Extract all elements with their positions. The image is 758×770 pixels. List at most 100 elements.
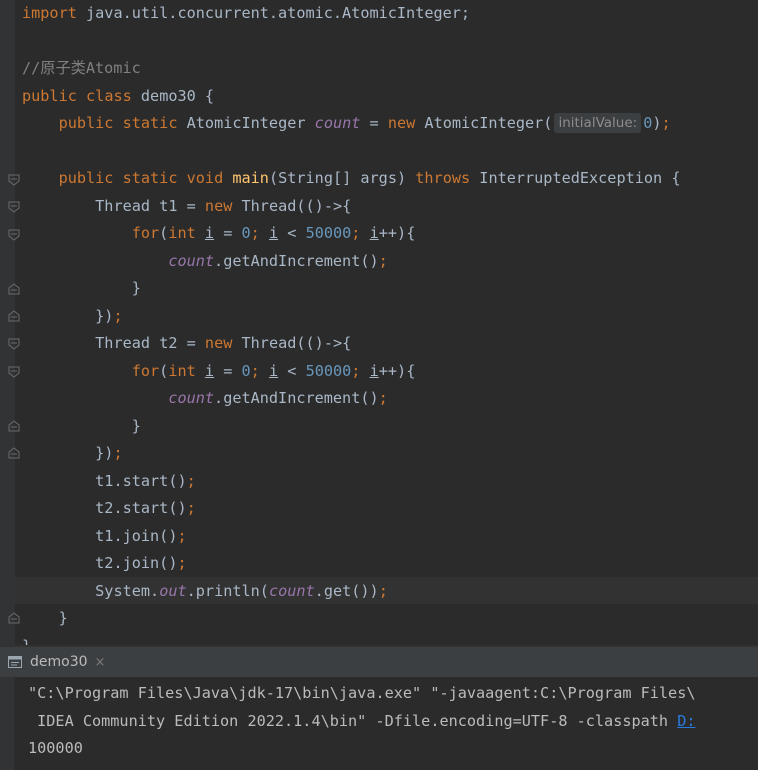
loop-variable: i <box>268 224 279 242</box>
void-keyword: void <box>186 169 224 187</box>
static-keyword: static <box>122 169 178 187</box>
throws-keyword: throws <box>415 169 471 187</box>
fold-collapse-icon[interactable] <box>7 365 21 379</box>
count-field: count <box>268 582 315 600</box>
parameter-hint: initialValue: <box>554 113 642 133</box>
new-keyword: new <box>204 197 233 215</box>
exception-type: InterruptedException <box>479 169 663 187</box>
close-icon[interactable]: × <box>95 655 106 670</box>
fold-collapse-icon[interactable] <box>7 337 21 351</box>
number-literal: 0 <box>643 114 653 132</box>
code-line-for-loop[interactable]: for(int i = 0; i < 50000; i++){ <box>22 220 416 247</box>
console-output-value: 100000 <box>28 739 83 757</box>
method-call: println <box>195 582 260 600</box>
type-name: AtomicInteger <box>424 114 544 132</box>
public-keyword: public <box>58 114 114 132</box>
for-keyword: for <box>131 224 160 242</box>
run-tab[interactable]: demo30 × <box>0 647 105 677</box>
public-keyword: public <box>22 87 77 105</box>
code-line-for-loop[interactable]: for(int i = 0; i < 50000; i++){ <box>22 358 416 385</box>
number-literal: 50000 <box>305 362 352 380</box>
thread-type: Thread <box>241 334 297 352</box>
run-tab-label: demo30 <box>30 654 88 670</box>
code-line-t2-join[interactable]: t2.join(); <box>22 550 186 577</box>
code-line-comment[interactable]: //原子类Atomic <box>22 55 141 82</box>
loop-variable: i <box>369 224 379 242</box>
import-keyword: import <box>22 4 77 22</box>
classpath-link[interactable]: D: <box>677 712 695 730</box>
new-keyword: new <box>204 334 233 352</box>
method-call: getAndIncrement <box>223 252 361 270</box>
loop-variable: i <box>369 362 379 380</box>
method-call: t1.join <box>95 527 160 545</box>
variable-t2: t2 <box>159 334 178 352</box>
system-class: System <box>95 582 151 600</box>
code-line-thread-t2[interactable]: Thread t2 = new Thread(()->{ <box>22 330 351 357</box>
code-line-close-class[interactable]: } <box>22 633 31 645</box>
console-line: IDEA Community Edition 2022.1.4\bin" -Df… <box>28 708 695 735</box>
thread-type: Thread <box>95 197 151 215</box>
fold-collapse-icon[interactable] <box>7 200 21 214</box>
code-line-close-lambda[interactable]: }); <box>22 303 122 330</box>
code-line-increment[interactable]: count.getAndIncrement(); <box>22 248 387 275</box>
code-line-import[interactable]: import java.util.concurrent.atomic.Atomi… <box>22 0 470 27</box>
import-path: java.util.concurrent.atomic.AtomicIntege… <box>76 4 471 22</box>
fold-end-icon[interactable] <box>7 309 21 323</box>
class-name: demo30 <box>140 87 196 105</box>
code-line-t1-start[interactable]: t1.start(); <box>22 468 196 495</box>
code-line-main-method[interactable]: public static void main(String[] args) t… <box>22 165 681 192</box>
count-field: count <box>314 114 361 132</box>
public-keyword: public <box>58 169 114 187</box>
fold-collapse-icon[interactable] <box>7 173 21 187</box>
console-gutter <box>0 677 14 770</box>
fold-end-icon[interactable] <box>7 419 21 433</box>
code-line-t2-start[interactable]: t2.start(); <box>22 495 196 522</box>
fold-end-icon[interactable] <box>7 611 21 625</box>
fold-end-icon[interactable] <box>7 446 21 460</box>
for-keyword: for <box>131 362 160 380</box>
count-field: count <box>168 252 215 270</box>
console-text: IDEA Community Edition 2022.1.4\bin" -Df… <box>28 712 678 730</box>
int-keyword: int <box>168 362 196 380</box>
code-line-t1-join[interactable]: t1.join(); <box>22 523 186 550</box>
static-keyword: static <box>122 114 178 132</box>
console-icon <box>8 656 22 668</box>
code-line-close-brace[interactable]: } <box>22 605 68 632</box>
code-line-close-brace[interactable]: } <box>22 275 141 302</box>
code-line-close-brace[interactable]: } <box>22 413 141 440</box>
method-call: t1.start <box>95 472 169 490</box>
new-keyword: new <box>387 114 416 132</box>
variable-t1: t1 <box>159 197 178 215</box>
number-literal: 0 <box>241 362 251 380</box>
out-field: out <box>159 582 187 600</box>
code-line-println[interactable]: System.out.println(count.get()); <box>22 578 388 605</box>
method-call: get <box>323 582 352 600</box>
loop-variable: i <box>204 224 215 242</box>
fold-end-icon[interactable] <box>7 282 21 296</box>
loop-variable: i <box>268 362 279 380</box>
comment-text: //原子类Atomic <box>22 59 141 77</box>
code-line-close-lambda[interactable]: }); <box>22 440 122 467</box>
main-method-name: main <box>232 169 269 187</box>
type-name: AtomicInteger <box>186 114 306 132</box>
code-line-class-declaration[interactable]: public class demo30 { <box>22 83 214 110</box>
count-field: count <box>168 389 215 407</box>
thread-type: Thread <box>241 197 297 215</box>
number-literal: 50000 <box>305 224 352 242</box>
fold-collapse-icon[interactable] <box>7 228 21 242</box>
code-line-increment[interactable]: count.getAndIncrement(); <box>22 385 387 412</box>
method-call: t2.start <box>95 499 169 517</box>
int-keyword: int <box>168 224 196 242</box>
code-line-field-declaration[interactable]: public static AtomicInteger count = new … <box>22 110 671 137</box>
code-line-thread-t1[interactable]: Thread t1 = new Thread(()->{ <box>22 193 351 220</box>
run-tool-window-header: demo30 × <box>0 647 758 677</box>
console-output[interactable]: "C:\Program Files\Java\jdk-17\bin\java.e… <box>0 677 758 770</box>
number-literal: 0 <box>241 224 251 242</box>
console-line: "C:\Program Files\Java\jdk-17\bin\java.e… <box>28 684 696 702</box>
code-editor[interactable]: import java.util.concurrent.atomic.Atomi… <box>0 0 758 645</box>
method-call: getAndIncrement <box>223 389 361 407</box>
main-params: (String[] args) <box>268 169 407 187</box>
class-keyword: class <box>86 87 132 105</box>
method-call: t2.join <box>95 554 160 572</box>
loop-variable: i <box>204 362 215 380</box>
